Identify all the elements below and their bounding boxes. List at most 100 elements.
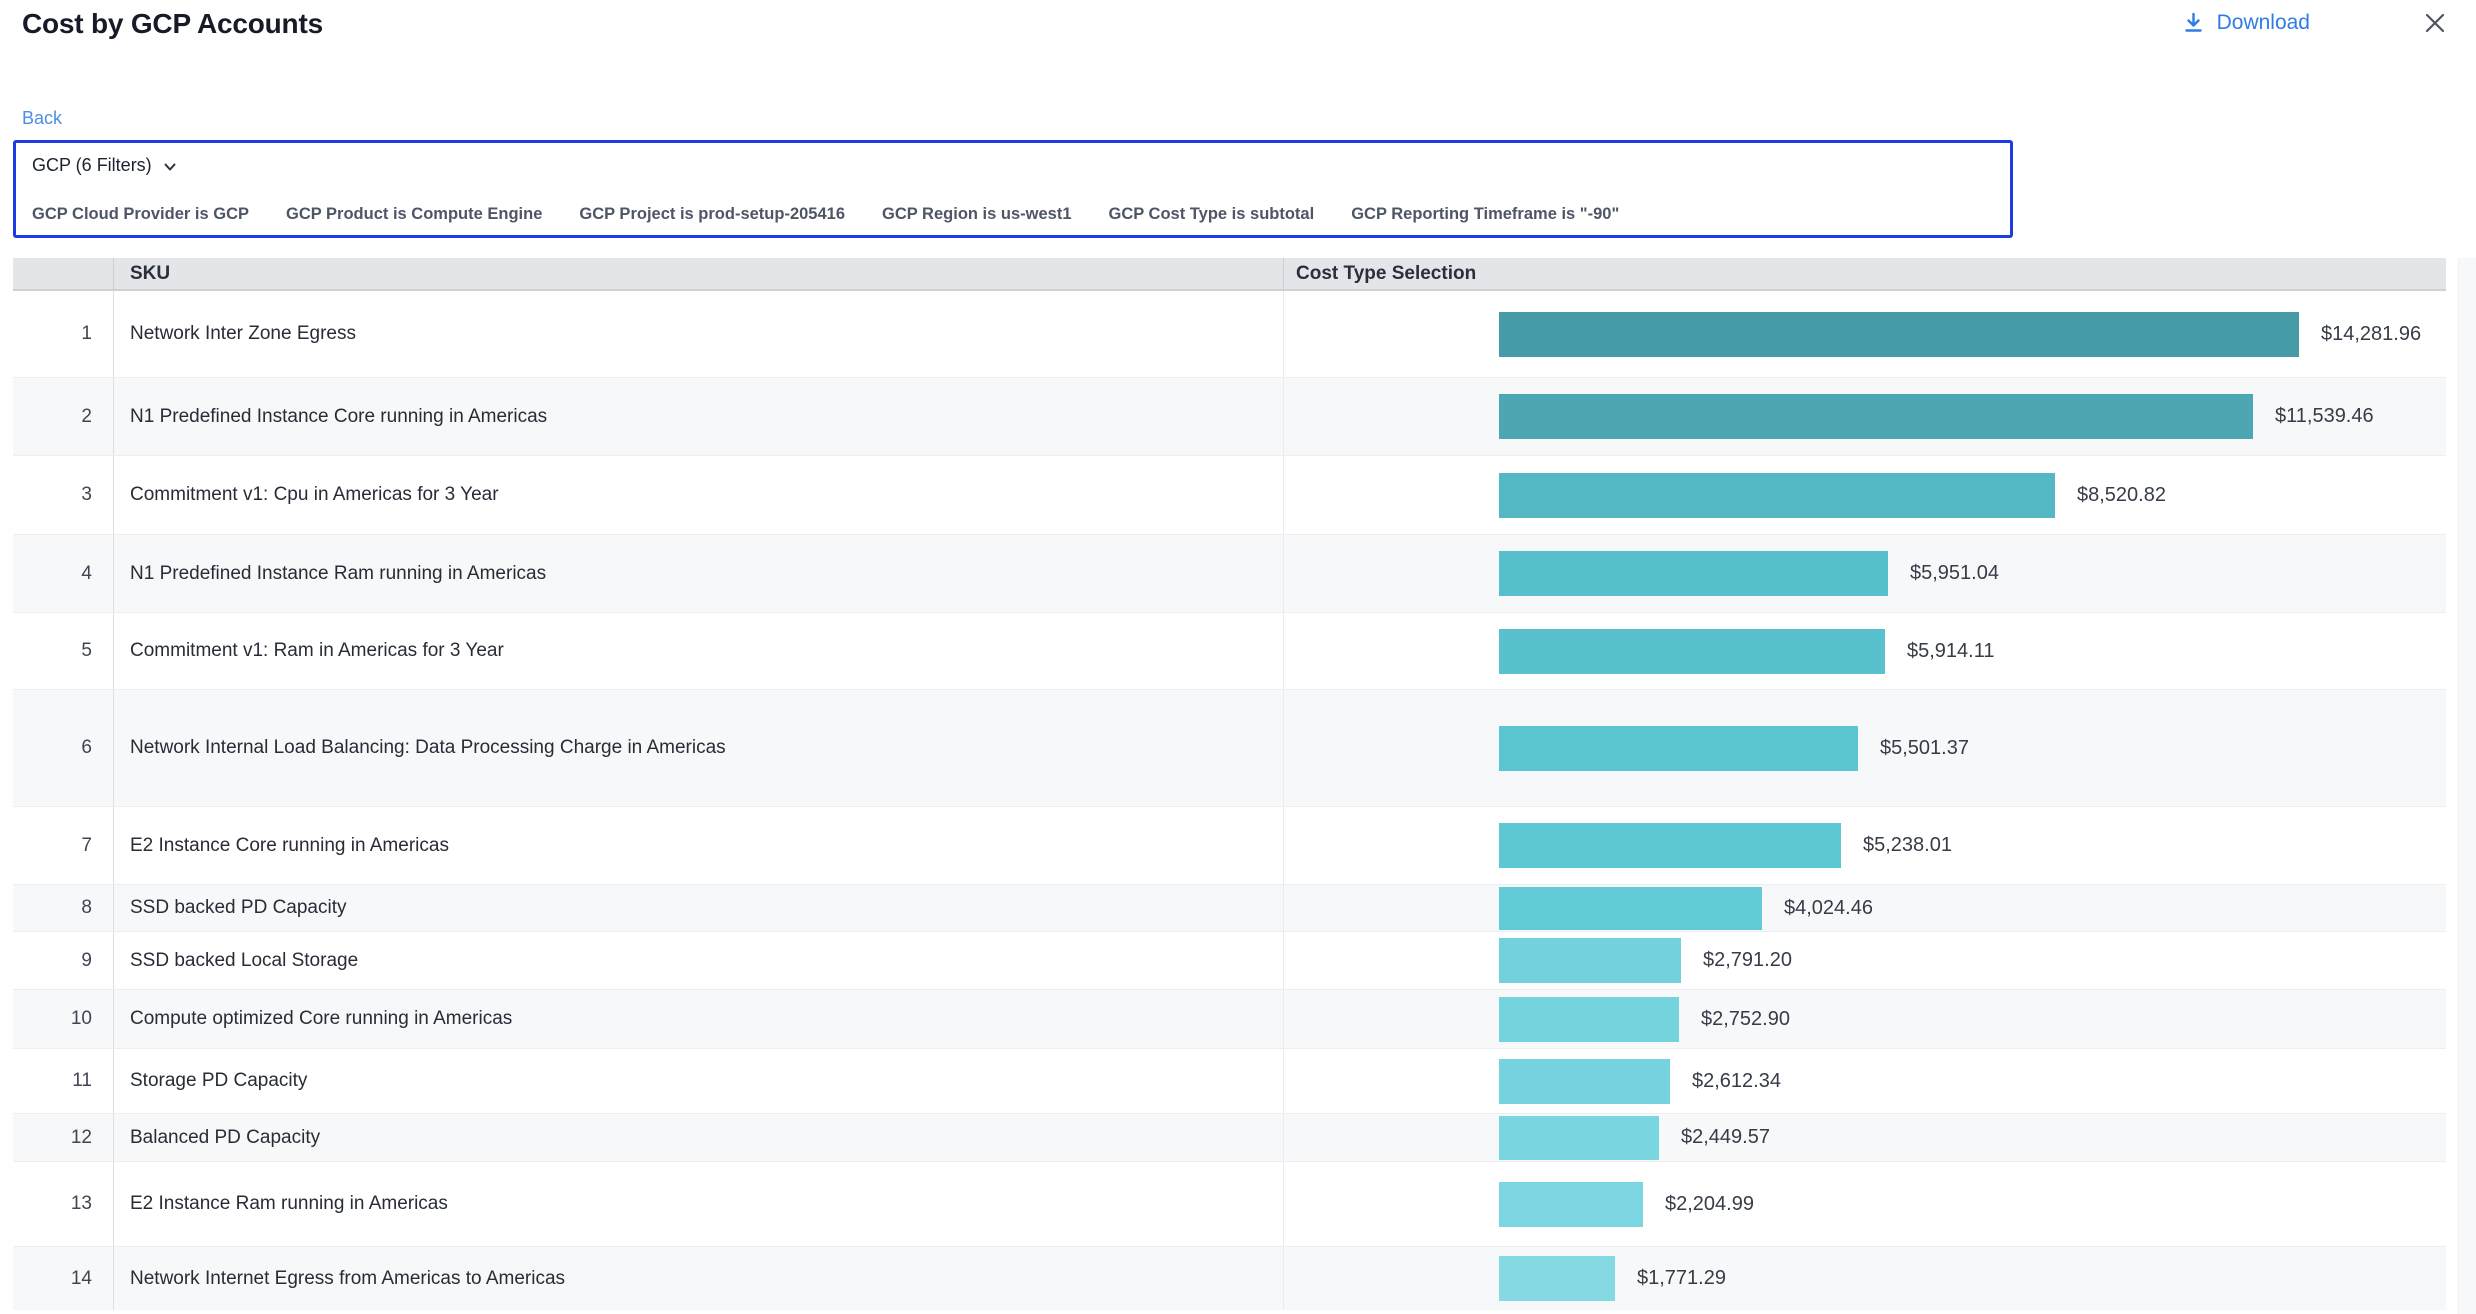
row-bar-cell: $2,791.20 [1284, 932, 2446, 989]
filter-summary-label: GCP (6 Filters) [32, 155, 152, 176]
row-sku-label: E2 Instance Ram running in Americas [114, 1162, 1284, 1246]
table-row[interactable]: 11Storage PD Capacity $2,612.34 [13, 1048, 2446, 1113]
cost-bar[interactable] [1499, 551, 1888, 596]
row-sku-label: Balanced PD Capacity [114, 1114, 1284, 1161]
row-sku-label: Commitment v1: Ram in Americas for 3 Yea… [114, 613, 1284, 689]
row-sku-label: Compute optimized Core running in Americ… [114, 990, 1284, 1048]
filter-chip: GCP Reporting Timeframe is "-90" [1351, 205, 1619, 224]
row-sku-label: SSD backed PD Capacity [114, 885, 1284, 931]
table-row[interactable]: 10Compute optimized Core running in Amer… [13, 989, 2446, 1048]
cost-bar[interactable] [1499, 394, 2253, 439]
table-row[interactable]: 7E2 Instance Core running in Americas$5,… [13, 806, 2446, 884]
cost-value-label: $5,238.01 [1863, 834, 1952, 857]
page-title: Cost by GCP Accounts [22, 8, 323, 40]
download-button[interactable]: Download [2182, 11, 2310, 35]
cost-value-label: $8,520.82 [2077, 484, 2166, 507]
table-header-sku: SKU [114, 258, 1284, 289]
row-bar-cell: $5,951.04 [1284, 535, 2446, 612]
row-bar-cell: $11,539.46 [1284, 378, 2446, 455]
cost-value-label: $2,791.20 [1703, 949, 1792, 972]
table-row[interactable]: 5Commitment v1: Ram in Americas for 3 Ye… [13, 612, 2446, 689]
filter-chip: GCP Product is Compute Engine [286, 205, 542, 224]
cost-bar[interactable] [1499, 473, 2055, 518]
row-bar-cell: $2,204.99 [1284, 1162, 2446, 1246]
row-sku-label: Network Internal Load Balancing: Data Pr… [114, 690, 1284, 806]
vertical-scrollbar[interactable] [2458, 258, 2476, 1314]
row-sku-label: N1 Predefined Instance Core running in A… [114, 378, 1284, 455]
cost-bar[interactable] [1499, 887, 1762, 930]
table-row[interactable]: 9SSD backed Local Storage $2,791.20 [13, 931, 2446, 989]
cost-bar[interactable] [1499, 1256, 1615, 1301]
row-rank: 7 [13, 807, 114, 884]
row-bar-cell: $2,752.90 [1284, 990, 2446, 1048]
row-bar-cell: $4,024.46 [1284, 885, 2446, 931]
cost-value-label: $2,752.90 [1701, 1008, 1790, 1031]
row-rank: 1 [13, 291, 114, 377]
cost-value-label: $2,204.99 [1665, 1193, 1754, 1216]
filter-chip: GCP Project is prod-setup-205416 [579, 205, 845, 224]
row-sku-label: Commitment v1: Cpu in Americas for 3 Yea… [114, 456, 1284, 534]
cost-bar[interactable] [1499, 629, 1885, 674]
cost-table: SKU Cost Type Selection 1Network Inter Z… [13, 258, 2446, 1310]
row-rank: 13 [13, 1162, 114, 1246]
cost-bar[interactable] [1499, 312, 2299, 357]
row-bar-cell: $2,612.34 [1284, 1049, 2446, 1113]
table-row[interactable]: 1Network Inter Zone Egress$14,281.96 [13, 291, 2446, 377]
cost-bar[interactable] [1499, 1116, 1659, 1160]
filter-group-box: GCP (6 Filters) GCP Cloud Provider is GC… [13, 140, 2013, 238]
back-link[interactable]: Back [22, 108, 62, 129]
table-row[interactable]: 6Network Internal Load Balancing: Data P… [13, 689, 2446, 806]
filter-chip: GCP Cost Type is subtotal [1109, 205, 1315, 224]
row-bar-cell: $5,501.37 [1284, 690, 2446, 806]
filter-chip: GCP Cloud Provider is GCP [32, 205, 249, 224]
cost-value-label: $5,501.37 [1880, 737, 1969, 760]
row-bar-cell: $2,449.57 [1284, 1114, 2446, 1161]
row-sku-label: SSD backed Local Storage [114, 932, 1284, 989]
row-bar-cell: $5,238.01 [1284, 807, 2446, 884]
applied-filters-row: GCP Cloud Provider is GCP GCP Product is … [32, 205, 1994, 224]
row-rank: 9 [13, 932, 114, 989]
row-rank: 6 [13, 690, 114, 806]
table-row[interactable]: 13E2 Instance Ram running in Americas $2,… [13, 1161, 2446, 1246]
cost-bar[interactable] [1499, 726, 1858, 771]
close-button[interactable] [2422, 10, 2448, 36]
row-sku-label: N1 Predefined Instance Ram running in Am… [114, 535, 1284, 612]
download-label: Download [2217, 11, 2310, 35]
table-row[interactable]: 12Balanced PD Capacity $2,449.57 [13, 1113, 2446, 1161]
cost-bar[interactable] [1499, 1059, 1670, 1104]
top-actions: Download [2182, 10, 2448, 36]
filter-group-toggle[interactable]: GCP (6 Filters) [32, 155, 179, 176]
cost-value-label: $4,024.46 [1784, 897, 1873, 920]
cost-bar[interactable] [1499, 997, 1679, 1042]
table-row[interactable]: 3Commitment v1: Cpu in Americas for 3 Ye… [13, 455, 2446, 534]
cost-value-label: $2,612.34 [1692, 1070, 1781, 1093]
table-row[interactable]: 2N1 Predefined Instance Core running in … [13, 377, 2446, 455]
row-sku-label: Storage PD Capacity [114, 1049, 1284, 1113]
cost-value-label: $1,771.29 [1637, 1267, 1726, 1290]
cost-bar[interactable] [1499, 938, 1681, 983]
row-sku-label: Network Internet Egress from Americas to… [114, 1247, 1284, 1310]
row-rank: 8 [13, 885, 114, 931]
filter-chip: GCP Region is us-west1 [882, 205, 1072, 224]
table-row[interactable]: 8SSD backed PD Capacity $4,024.46 [13, 884, 2446, 931]
row-bar-cell: $8,520.82 [1284, 456, 2446, 534]
row-rank: 12 [13, 1114, 114, 1161]
row-rank: 11 [13, 1049, 114, 1113]
cost-by-gcp-accounts-panel: Cost by GCP Accounts Download Back [0, 0, 2476, 1314]
table-row[interactable]: 14Network Internet Egress from Americas … [13, 1246, 2446, 1310]
download-icon [2182, 11, 2205, 35]
cost-bar[interactable] [1499, 1182, 1643, 1227]
row-bar-cell: $5,914.11 [1284, 613, 2446, 689]
cost-value-label: $11,539.46 [2275, 405, 2374, 428]
row-rank: 14 [13, 1247, 114, 1310]
close-icon [2422, 10, 2448, 36]
cost-value-label: $5,951.04 [1910, 562, 1999, 585]
table-row[interactable]: 4N1 Predefined Instance Ram running in A… [13, 534, 2446, 612]
row-bar-cell: $1,771.29 [1284, 1247, 2446, 1310]
cost-value-label: $2,449.57 [1681, 1126, 1770, 1149]
chevron-down-icon [161, 158, 179, 176]
cost-value-label: $14,281.96 [2321, 323, 2421, 346]
row-rank: 4 [13, 535, 114, 612]
cost-bar[interactable] [1499, 823, 1841, 868]
row-bar-cell: $14,281.96 [1284, 291, 2446, 377]
